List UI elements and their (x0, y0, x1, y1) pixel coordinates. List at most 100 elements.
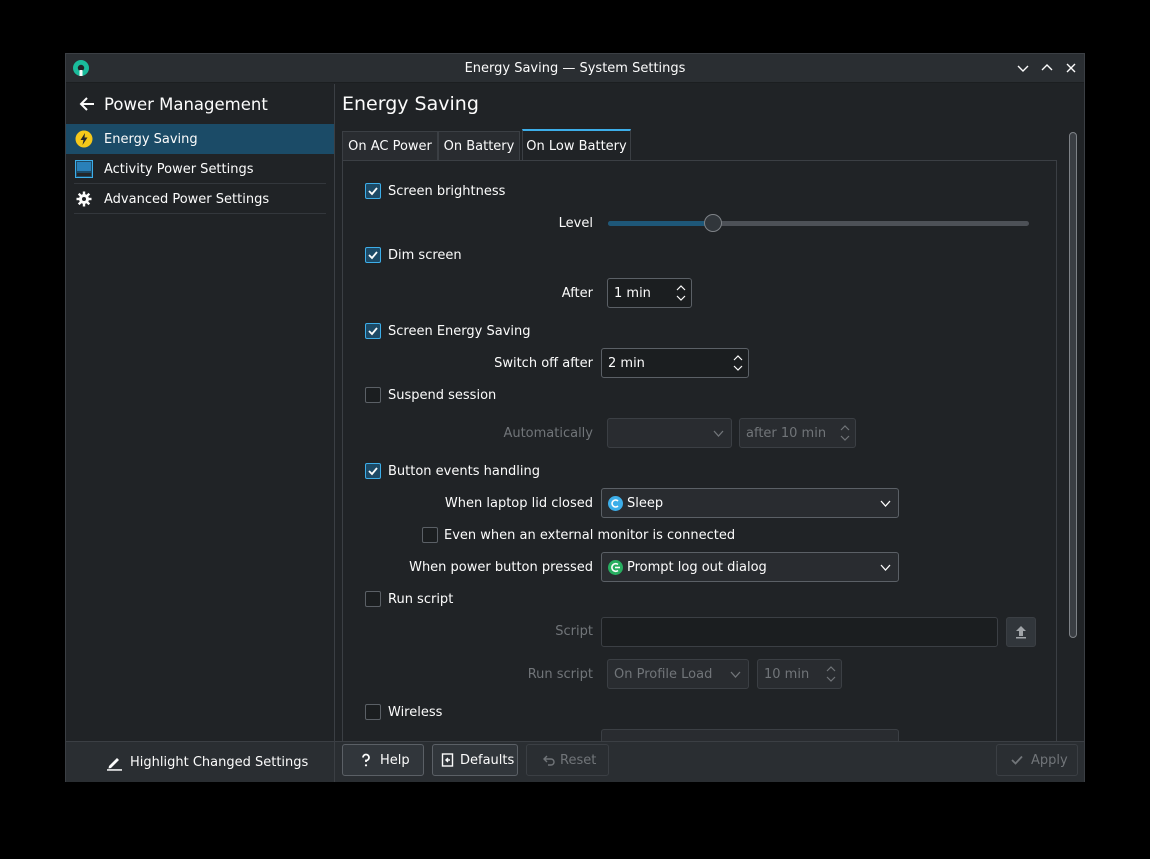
external-monitor-checkbox[interactable] (422, 527, 438, 543)
help-icon (362, 753, 370, 767)
spin-arrows-icon[interactable] (675, 282, 687, 304)
run-script-value: On Profile Load (614, 667, 713, 682)
suspend-after-value: after 10 min (746, 426, 827, 441)
help-button[interactable]: Help (342, 744, 424, 776)
button-events-checkbox[interactable] (365, 463, 381, 479)
run-script-time-spinbox[interactable]: 10 min (757, 659, 842, 689)
apply-label: Apply (1031, 753, 1068, 768)
script-path-input[interactable] (601, 617, 998, 647)
dim-after-spinbox[interactable]: 1 min (607, 278, 692, 308)
sidebar-item-label: Energy Saving (104, 132, 198, 147)
system-settings-window: Energy Saving — System Settings Power Ma… (65, 53, 1085, 782)
run-script-label: Run script (388, 592, 454, 607)
screen-energy-saving-checkbox[interactable] (365, 323, 381, 339)
upload-icon (1016, 626, 1026, 639)
window-title: Energy Saving — System Settings (464, 61, 686, 76)
upload-button[interactable] (1006, 617, 1036, 647)
divider (74, 213, 326, 214)
sidebar-header: Power Management (66, 84, 334, 124)
button-events-label: Button events handling (388, 464, 541, 479)
lid-closed-combo[interactable]: Sleep (601, 488, 899, 518)
tab-label: On AC Power (348, 139, 432, 154)
automatically-label: Automatically (503, 426, 593, 441)
bottom-button-bar: Help Defaults Reset Apply (335, 741, 1084, 782)
level-label: Level (558, 216, 593, 231)
switch-off-label: Switch off after (494, 356, 593, 371)
spin-arrows-icon[interactable] (839, 422, 851, 444)
script-label: Script (555, 624, 593, 639)
sidebar-item-activity-power[interactable]: Activity Power Settings (66, 154, 334, 184)
title-bar[interactable]: Energy Saving — System Settings (66, 54, 1084, 83)
scrollbar-thumb[interactable] (1069, 132, 1077, 638)
screen-brightness-checkbox[interactable] (365, 183, 381, 199)
wireless-label: Wireless (388, 705, 443, 720)
tab-on-battery[interactable]: On Battery (438, 131, 520, 160)
sidebar-item-label: Activity Power Settings (104, 162, 254, 177)
highlight-changed-button[interactable]: Highlight Changed Settings (66, 741, 334, 782)
sidebar-item-advanced-power[interactable]: Advanced Power Settings (66, 184, 334, 214)
suspend-action-combo[interactable] (607, 418, 732, 448)
sidebar-list: Energy Saving Activity Power Settings Ad… (66, 124, 334, 214)
lid-closed-value: Sleep (627, 496, 664, 511)
document-revert-icon (441, 753, 454, 767)
lightning-icon (75, 130, 93, 148)
power-button-label: When power button pressed (409, 560, 593, 575)
reset-label: Reset (560, 753, 597, 768)
brightness-slider-fill (608, 221, 713, 226)
dim-after-value: 1 min (614, 286, 651, 301)
pencil-icon (107, 758, 122, 771)
run-script-time-value: 10 min (764, 667, 810, 682)
undo-icon (543, 755, 555, 766)
spin-arrows-icon[interactable] (825, 663, 837, 685)
dim-screen-checkbox[interactable] (365, 247, 381, 263)
run-script-when-label: Run script (527, 667, 593, 682)
suspend-after-spinbox[interactable]: after 10 min (739, 418, 856, 448)
defaults-label: Defaults (460, 753, 515, 768)
suspend-session-label: Suspend session (388, 388, 497, 403)
sidebar-item-label: Advanced Power Settings (104, 192, 270, 207)
logout-icon (608, 560, 623, 575)
close-icon[interactable] (1063, 60, 1079, 76)
help-label: Help (380, 753, 410, 768)
apply-button[interactable]: Apply (996, 744, 1078, 776)
sleep-icon (608, 496, 623, 511)
screen-brightness-label: Screen brightness (388, 184, 506, 199)
defaults-button[interactable]: Defaults (432, 744, 518, 776)
page-title: Energy Saving (342, 93, 479, 115)
switch-off-spinbox[interactable]: 2 min (601, 348, 749, 378)
lid-closed-label: When laptop lid closed (444, 496, 593, 511)
gear-icon (76, 191, 92, 207)
chevron-down-icon (880, 564, 891, 571)
tab-label: On Battery (443, 139, 515, 154)
check-icon (1011, 755, 1023, 765)
reset-button[interactable]: Reset (526, 744, 609, 776)
power-button-combo[interactable]: Prompt log out dialog (601, 552, 899, 582)
main-content: Energy Saving On AC Power On Battery On … (335, 84, 1084, 782)
settings-panel: Screen brightness Level Dim screen After… (342, 160, 1057, 750)
switch-off-value: 2 min (608, 356, 645, 371)
power-button-value: Prompt log out dialog (627, 560, 767, 575)
sidebar: Power Management Energy Saving Activity … (66, 84, 335, 782)
brightness-slider-handle[interactable] (704, 214, 722, 232)
highlight-changed-label: Highlight Changed Settings (130, 755, 309, 770)
sidebar-item-energy-saving[interactable]: Energy Saving (66, 124, 334, 154)
minimize-icon[interactable] (1015, 60, 1031, 76)
screen-energy-saving-label: Screen Energy Saving (388, 324, 531, 339)
tab-on-ac-power[interactable]: On AC Power (342, 131, 438, 160)
chevron-down-icon (713, 430, 724, 437)
external-monitor-label: Even when an external monitor is connect… (444, 528, 736, 543)
spin-arrows-icon[interactable] (732, 352, 744, 374)
brightness-slider[interactable] (608, 214, 1029, 232)
tab-on-low-battery[interactable]: On Low Battery (522, 129, 631, 160)
dim-screen-label: Dim screen (388, 248, 462, 263)
tab-label: On Low Battery (526, 139, 627, 154)
wireless-checkbox[interactable] (365, 704, 381, 720)
run-script-checkbox[interactable] (365, 591, 381, 607)
sidebar-title: Power Management (104, 95, 268, 114)
scrollbar[interactable] (1067, 130, 1079, 742)
chevron-down-icon (880, 500, 891, 507)
run-script-combo[interactable]: On Profile Load (607, 659, 749, 689)
maximize-icon[interactable] (1039, 60, 1055, 76)
arrow-left-icon[interactable] (78, 95, 96, 113)
suspend-session-checkbox[interactable] (365, 387, 381, 403)
